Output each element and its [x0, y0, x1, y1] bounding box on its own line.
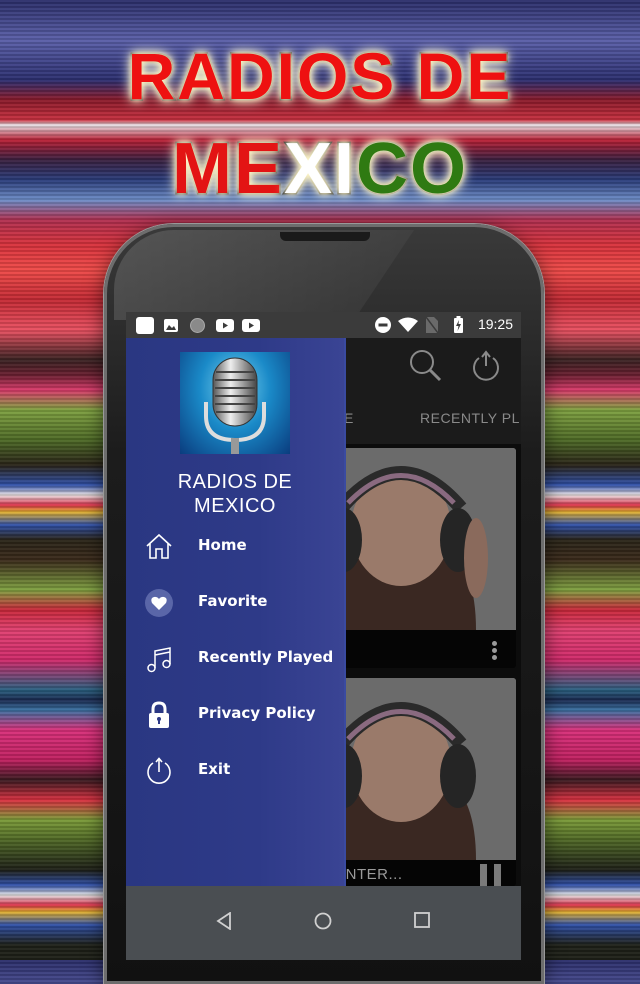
power-icon[interactable] — [470, 350, 502, 382]
phone-screen: 19:25 CO E RECENTLY PL — [126, 312, 521, 960]
drawer-title-line2: MEXICO — [194, 495, 276, 517]
no-sim-icon — [426, 317, 438, 333]
app-logo — [180, 352, 290, 454]
status-bar: 19:25 — [126, 312, 521, 338]
drawer-title-line1: RADIOS DE — [177, 471, 293, 493]
recents-square-icon[interactable] — [414, 912, 430, 928]
menu-item-label: Recently Played — [198, 648, 334, 666]
do-not-disturb-icon — [375, 317, 391, 333]
menu-item-exit[interactable]: Exit — [126, 746, 344, 794]
menu-item-recently-played[interactable]: Recently Played — [126, 634, 344, 682]
banner-part-xi: XI — [282, 128, 357, 211]
menu-item-label: Privacy Policy — [198, 704, 316, 722]
banner-title-line2: MEXICO — [0, 128, 640, 211]
more-vertical-icon[interactable] — [492, 640, 498, 662]
home-circle-icon[interactable] — [314, 912, 332, 930]
youtube-icon — [242, 319, 260, 332]
heart-icon — [145, 589, 173, 617]
android-nav-bar — [126, 886, 521, 960]
menu-item-privacy-policy[interactable]: Privacy Policy — [126, 690, 344, 738]
drawer-title: RADIOS DE MEXICO — [126, 470, 344, 518]
youtube-icon — [216, 319, 234, 332]
tab-recently-played[interactable]: RECENTLY PL — [420, 410, 520, 426]
banner-title-line1: RADIOS DE — [126, 38, 513, 115]
menu-item-home[interactable]: Home — [126, 522, 344, 570]
status-time: 19:25 — [477, 316, 513, 332]
menu-item-label: Favorite — [198, 592, 268, 610]
app-square-icon — [136, 317, 154, 334]
menu-item-favorite[interactable]: Favorite — [126, 578, 344, 626]
music-note-icon — [147, 647, 171, 673]
image-icon — [164, 319, 178, 332]
microphone-icon — [204, 357, 266, 454]
navigation-drawer: RADIOS DE MEXICO Home Favorite Recently … — [126, 338, 346, 886]
search-icon[interactable] — [408, 348, 444, 384]
phone-glare — [114, 230, 414, 320]
pause-icon[interactable] — [480, 864, 502, 886]
wifi-icon — [398, 317, 418, 332]
phone-speaker — [280, 232, 370, 241]
menu-item-label: Home — [198, 536, 247, 554]
banner-part-me: ME — [170, 128, 284, 211]
banner-part-co: CO — [355, 128, 469, 211]
menu-item-label: Exit — [198, 760, 231, 778]
lock-icon — [149, 701, 169, 728]
battery-charging-icon — [454, 316, 463, 333]
power-icon — [147, 757, 171, 784]
back-icon[interactable] — [216, 912, 232, 930]
circle-icon — [190, 318, 205, 333]
home-icon — [146, 533, 172, 559]
